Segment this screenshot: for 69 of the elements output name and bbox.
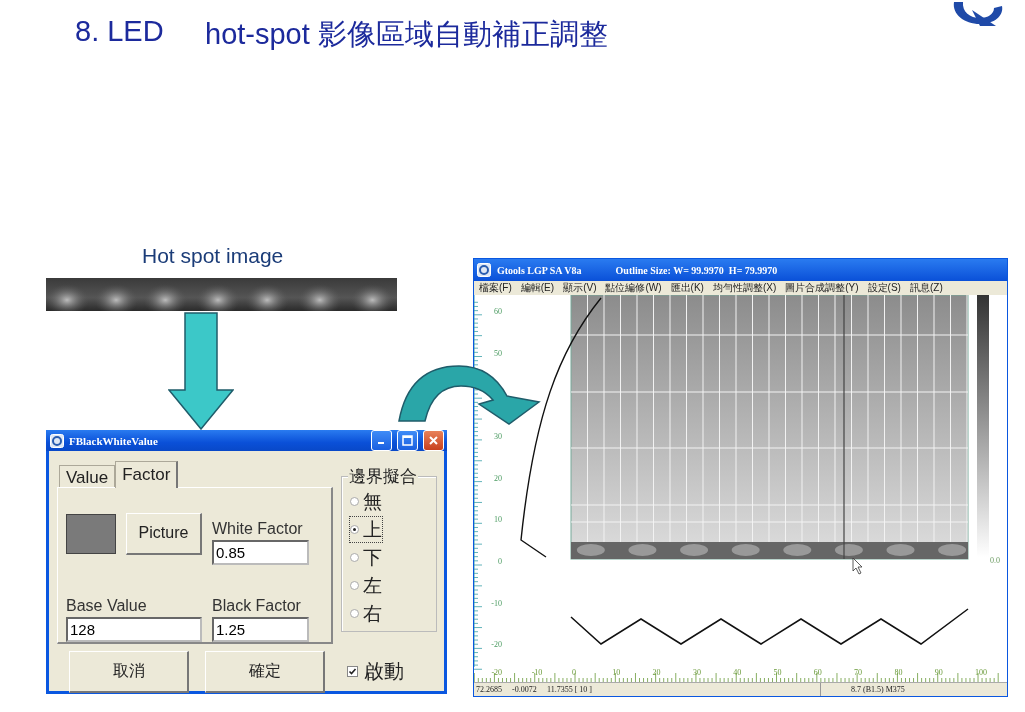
- dialog-button[interactable]: 確定: [205, 651, 325, 693]
- ruler-label: 50: [494, 348, 502, 358]
- radio-option[interactable]: 右: [350, 601, 382, 626]
- menu-item[interactable]: 訊息(Z): [909, 281, 943, 295]
- window-title: Gtools LGP SA V8a: [497, 264, 582, 276]
- window-title: FBlackWhiteValue: [69, 434, 159, 447]
- ruler-label: -20: [491, 640, 502, 650]
- menu-item[interactable]: 點位編修(W): [605, 281, 662, 295]
- menu-item[interactable]: 匯出(K): [670, 281, 704, 295]
- ruler-label: -10: [531, 668, 543, 677]
- menu-item[interactable]: 編輯(E): [520, 281, 555, 295]
- tab[interactable]: Factor: [115, 461, 179, 488]
- menu-item[interactable]: 設定(S): [867, 281, 901, 295]
- status-text: 72.2685: [475, 685, 503, 694]
- ruler-label: 20: [494, 473, 502, 483]
- ruler-label: 50: [773, 668, 782, 677]
- tab[interactable]: Value: [59, 465, 116, 487]
- maximize-icon: [402, 435, 413, 446]
- radio-option[interactable]: 左: [350, 573, 382, 598]
- field-label: Base Value: [66, 597, 148, 615]
- image-caption: Hot spot image: [142, 244, 284, 268]
- close-button[interactable]: [423, 430, 444, 451]
- ruler-label: 60: [494, 306, 502, 316]
- field-label: Black Factor: [212, 597, 302, 615]
- ruler-label: -10: [491, 598, 502, 608]
- group-title: 邊界擬合: [348, 465, 418, 488]
- slide-number: 8. LED: [75, 15, 164, 48]
- ruler-label: 60: [813, 668, 822, 677]
- minimize-button[interactable]: [371, 430, 392, 451]
- input-field[interactable]: 128: [66, 617, 202, 642]
- ruler-label: 70: [854, 668, 863, 677]
- outline-size: Outline Size: W= 99.9970 H= 79.9970: [615, 264, 778, 276]
- menu-item[interactable]: 顯示(V): [563, 281, 597, 295]
- ruler-label: 10: [612, 668, 621, 677]
- status-text: -0.0072: [511, 685, 538, 694]
- radio-option[interactable]: 無: [350, 489, 382, 514]
- slide-title: hot-spot 影像區域自動補正調整: [205, 17, 608, 52]
- ruler-label: 0: [572, 668, 576, 677]
- close-icon: [428, 435, 439, 446]
- menu-item[interactable]: 檔案(F): [479, 281, 512, 295]
- maximize-button[interactable]: [397, 430, 418, 451]
- radio-option[interactable]: 上: [350, 517, 382, 542]
- ruler-label: 30: [692, 668, 701, 677]
- color-swatch: [66, 513, 116, 554]
- picture-button[interactable]: Picture: [126, 512, 202, 555]
- colorbar-label: 0.0: [990, 556, 1000, 565]
- status-text: 8.7 (B1.5) M375: [820, 683, 1007, 696]
- input-field[interactable]: 0.85: [212, 540, 309, 565]
- ruler-label: 90: [934, 668, 943, 677]
- dialog-button[interactable]: 取消: [69, 651, 189, 693]
- menu-item[interactable]: 圖片合成調整(Y): [785, 281, 859, 295]
- ruler-label: 20: [652, 668, 661, 677]
- cursor-icon: [852, 557, 863, 575]
- menu-item[interactable]: 均勻性調整(X): [712, 281, 777, 295]
- ruler-label: 80: [894, 668, 903, 677]
- ruler-label: 0: [498, 557, 502, 566]
- input-field[interactable]: 1.25: [212, 617, 309, 642]
- field-label: White Factor: [212, 520, 304, 538]
- app-icon: [477, 263, 491, 277]
- check-icon: [348, 667, 357, 676]
- status-text: 11.7355 [ 10 ]: [546, 685, 594, 694]
- ruler-label: 10: [494, 515, 502, 525]
- ruler-label: -20: [491, 668, 503, 677]
- enable-checkbox[interactable]: 啟動: [341, 644, 437, 686]
- ruler-label: 40: [733, 668, 742, 677]
- app-icon: [50, 433, 64, 448]
- ruler-label: 30: [494, 431, 502, 441]
- radio-option[interactable]: 下: [350, 545, 382, 570]
- ruler-label: 100: [975, 668, 987, 677]
